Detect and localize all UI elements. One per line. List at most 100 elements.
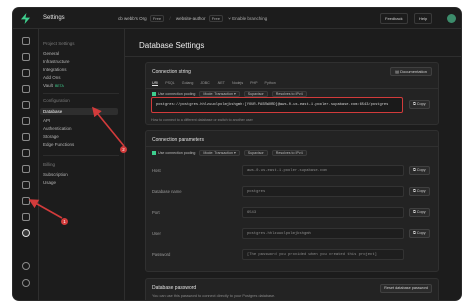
user-label: User bbox=[152, 231, 161, 236]
copy-database-name-button[interactable]: ⧉ Copy bbox=[409, 187, 430, 196]
use-pooling-label: Use connection pooling bbox=[158, 92, 196, 96]
sidebar-item-vault[interactable]: Vault BETA bbox=[43, 83, 64, 88]
database-password-subtitle: You can use this password to connect dir… bbox=[152, 294, 276, 298]
app-window: Settings cb webb's Org Free / website-au… bbox=[13, 8, 461, 300]
search-icon[interactable] bbox=[22, 262, 30, 270]
org-plan-badge: Free bbox=[149, 15, 165, 22]
copy-uri-button[interactable]: ⧉ Copy bbox=[409, 100, 430, 109]
copy-host-label: Copy bbox=[416, 168, 426, 172]
sidebar-item-usage[interactable]: Usage bbox=[43, 180, 56, 185]
card-divider bbox=[146, 88, 438, 89]
documentation-label: Documentation bbox=[400, 69, 427, 74]
feedback-label: Feedback bbox=[385, 16, 403, 21]
database-password-title: Database password bbox=[152, 285, 197, 291]
database-name-field[interactable]: postgres bbox=[242, 186, 404, 197]
annotation-marker-2: 2 bbox=[120, 146, 127, 153]
top-bar: Settings cb webb's Org Free / website-au… bbox=[13, 8, 461, 29]
sidebar-item-authentication[interactable]: Authentication bbox=[43, 126, 72, 131]
copy-database-name-label: Copy bbox=[416, 189, 426, 193]
settings-sidebar: Project Settings General Infrastructure … bbox=[39, 29, 125, 300]
enable-branching-label: Enable branching bbox=[232, 16, 268, 21]
tab-nodejs[interactable]: Nodejs bbox=[232, 81, 243, 85]
edge-functions-icon[interactable] bbox=[22, 133, 30, 141]
copy-port-label: Copy bbox=[416, 210, 426, 214]
help-button[interactable]: Help bbox=[414, 13, 433, 24]
sidebar-item-add-ons[interactable]: Add Ons bbox=[43, 75, 61, 80]
sidebar-item-general[interactable]: General bbox=[43, 51, 59, 56]
sql-editor-icon[interactable] bbox=[22, 69, 30, 77]
pooling-options: Use connection pooling Mode: Transaction… bbox=[152, 150, 307, 156]
copy-user-label: Copy bbox=[416, 231, 426, 235]
sidebar-item-edge-functions[interactable]: Edge Functions bbox=[43, 142, 74, 147]
tab-dotnet[interactable]: .NET bbox=[217, 81, 225, 85]
sidebar-item-integrations[interactable]: Integrations bbox=[43, 67, 67, 72]
realtime-icon[interactable] bbox=[22, 149, 30, 157]
sidebar-configuration-head: Configuration bbox=[43, 98, 70, 103]
connection-parameters-card: Connection parameters Use connection poo… bbox=[145, 130, 439, 272]
pool-mode-label: Mode: Transaction bbox=[203, 151, 233, 155]
copy-host-button[interactable]: ⧉ Copy bbox=[409, 166, 430, 175]
sidebar-divider bbox=[43, 155, 119, 156]
project-switcher[interactable]: website-author bbox=[176, 16, 206, 21]
connection-hint[interactable]: How to connect to a different database o… bbox=[151, 118, 253, 122]
breadcrumb-separator: / bbox=[169, 16, 171, 21]
sidebar-billing-head: Billing bbox=[43, 162, 56, 167]
project-plan-badge: Free bbox=[208, 15, 223, 22]
database-name-label: Database name bbox=[152, 189, 182, 194]
org-switcher[interactable]: cb webb's Org bbox=[118, 16, 147, 21]
annotation-marker-1: 1 bbox=[61, 218, 68, 225]
tab-psql[interactable]: PSQL bbox=[165, 81, 175, 85]
page-heading: Settings bbox=[43, 15, 65, 21]
icon-rail bbox=[13, 29, 39, 300]
sidebar-item-api[interactable]: API bbox=[43, 118, 50, 123]
home-icon[interactable] bbox=[22, 37, 30, 45]
documentation-button[interactable]: ▤ Documentation bbox=[390, 67, 432, 76]
sidebar-divider bbox=[43, 93, 119, 94]
tab-jdbc[interactable]: JDBC bbox=[200, 81, 209, 85]
tab-php[interactable]: PHP bbox=[250, 81, 257, 85]
copy-port-button[interactable]: ⧉ Copy bbox=[409, 208, 430, 217]
enable-branching-button[interactable]: ⑂ Enable branching bbox=[228, 16, 267, 21]
use-pooling-checkbox[interactable] bbox=[152, 92, 156, 97]
reports-icon[interactable] bbox=[22, 181, 30, 189]
reset-password-button[interactable]: Reset database password bbox=[380, 284, 432, 293]
api-docs-icon[interactable] bbox=[22, 213, 30, 221]
ipv4-button[interactable]: Resolves to IPv4 bbox=[271, 150, 307, 156]
supabase-logo-icon[interactable] bbox=[20, 13, 31, 24]
logs-icon[interactable] bbox=[22, 197, 30, 205]
password-field: [The password you provided when you crea… bbox=[242, 249, 404, 260]
host-label: Host bbox=[152, 168, 161, 173]
connection-string-title: Connection string bbox=[152, 69, 191, 75]
vault-label: Vault bbox=[43, 83, 53, 88]
use-pooling-label: Use connection pooling bbox=[158, 151, 196, 155]
sidebar-section-title: Project Settings bbox=[43, 41, 75, 46]
auth-icon[interactable] bbox=[22, 101, 30, 109]
help-label: Help bbox=[419, 16, 428, 21]
feedback-button[interactable]: Feedback bbox=[380, 13, 408, 24]
tab-python[interactable]: Python bbox=[265, 81, 276, 85]
connection-string-field[interactable]: postgres://postgres.hhlzuuolpolmjkshgmh:… bbox=[151, 97, 403, 113]
avatar[interactable] bbox=[447, 14, 456, 23]
tab-uri[interactable]: URI bbox=[152, 81, 159, 86]
use-pooling-checkbox[interactable] bbox=[152, 151, 156, 156]
user-icon[interactable] bbox=[22, 279, 30, 287]
pool-mode-label: Mode: Transaction bbox=[203, 92, 233, 96]
storage-icon[interactable] bbox=[22, 117, 30, 125]
copy-user-button[interactable]: ⧉ Copy bbox=[409, 229, 430, 238]
advisors-icon[interactable] bbox=[22, 165, 30, 173]
sidebar-item-database[interactable]: Database bbox=[40, 108, 118, 115]
sidebar-item-storage[interactable]: Storage bbox=[43, 134, 59, 139]
sidebar-item-infrastructure[interactable]: Infrastructure bbox=[43, 59, 70, 64]
port-field[interactable]: 6543 bbox=[242, 207, 404, 218]
settings-gear-icon[interactable] bbox=[22, 229, 30, 237]
database-icon[interactable] bbox=[22, 85, 30, 93]
supavisor-button[interactable]: Supavisor bbox=[243, 150, 268, 156]
database-password-card: Database password You can use this passw… bbox=[145, 278, 439, 300]
sidebar-item-subscription[interactable]: Subscription bbox=[43, 172, 68, 177]
table-editor-icon[interactable] bbox=[22, 53, 30, 61]
pool-mode-select[interactable]: Mode: Transaction ▾ bbox=[199, 150, 240, 156]
port-label: Port bbox=[152, 210, 160, 215]
host-field[interactable]: aws-0-us-east-1.pooler.supabase.com bbox=[242, 165, 404, 176]
user-field[interactable]: postgres.hhlzuuolpolmjkshgmh bbox=[242, 228, 404, 239]
tab-golang[interactable]: Golang bbox=[182, 81, 194, 85]
